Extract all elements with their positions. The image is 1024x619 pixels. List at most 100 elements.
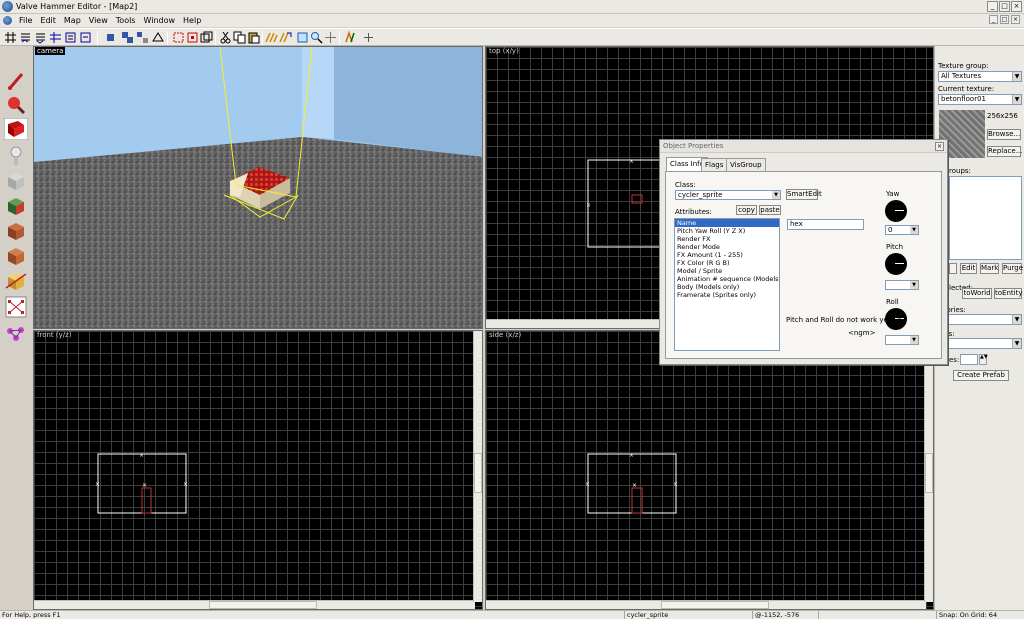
dialog-title[interactable]: Object Properties [660,140,947,153]
visgroup-purge-button[interactable]: Purge [1002,263,1023,274]
chevron-down-icon[interactable]: ▼ [910,281,918,289]
doc-minimize-icon[interactable]: _ [989,15,998,24]
texture-lock-icon[interactable] [265,31,278,44]
to-entity-button[interactable]: toEntity [994,288,1022,299]
camera-viewport[interactable]: camera [33,46,483,329]
menu-help[interactable]: Help [179,16,205,25]
load-window-state-icon[interactable] [64,31,77,44]
front-viewport[interactable]: front (y/z) × × × × [33,330,483,610]
create-prefab-button[interactable]: Create Prefab [953,370,1009,381]
menu-file[interactable]: File [15,16,36,25]
menu-window[interactable]: Window [139,16,179,25]
select-brushes-icon[interactable] [200,31,213,44]
paste-icon[interactable] [247,31,260,44]
document-icon[interactable] [3,16,12,25]
side-viewport[interactable]: side (x/z) × × × × [485,330,934,610]
chevron-down-icon[interactable]: ▼ [1012,95,1021,104]
side-viewport-objects[interactable]: × × × × [486,331,934,610]
paste-button[interactable]: paste [759,205,781,215]
cut-icon[interactable] [219,31,232,44]
dialog-close-icon[interactable]: × [935,142,944,151]
visgroup-edit-button[interactable]: Edit [960,263,977,274]
attribute-item[interactable]: Render Mode [675,243,779,251]
title-bar[interactable]: Valve Hammer Editor - [Map2] _ □ × [0,0,1024,14]
pitch-select[interactable]: ▼ [885,280,919,290]
side-viewport-label[interactable]: side (x/z) [487,331,523,339]
front-viewport-hscroll[interactable] [34,600,475,609]
tab-visgroup[interactable]: VisGroup [726,158,766,171]
chevron-down-icon[interactable]: ▼ [910,336,918,344]
side-vscroll-thumb[interactable] [925,453,933,493]
minimize-icon[interactable]: _ [987,1,998,12]
spin-arrows-icon[interactable]: ▲▼ [979,354,988,365]
visgroups-list[interactable] [949,176,1022,260]
menu-tools[interactable]: Tools [112,16,140,25]
attribute-item[interactable]: Pitch Yaw Roll (Y Z X) [675,227,779,235]
decal-tool-icon[interactable] [4,245,28,267]
selection-tool-icon[interactable] [4,70,28,92]
prefab-object-select[interactable]: ▼ [942,338,1022,349]
grid-toggle-icon[interactable] [4,31,17,44]
front-vscroll-thumb[interactable] [474,453,482,493]
hide-selected-icon[interactable] [151,31,164,44]
browse-button[interactable]: Browse... [987,129,1021,140]
doc-close-icon[interactable]: × [1011,15,1020,24]
grid-3d-icon[interactable] [49,31,62,44]
current-texture-select[interactable]: betonfloor01 ▼ [938,94,1022,105]
maximize-icon[interactable]: □ [999,1,1010,12]
menu-map[interactable]: Map [60,16,85,25]
front-hscroll-thumb[interactable] [209,601,317,609]
to-world-button[interactable]: toWorld [962,288,992,299]
top-viewport-label[interactable]: top (x/y) [487,47,521,55]
visgroup-filter-button[interactable] [949,263,957,274]
entity-tool-icon[interactable] [4,145,28,167]
decal-icon[interactable] [296,31,309,44]
smartedit-button[interactable]: SmartEdit [786,189,822,200]
attributes-list[interactable]: Name Pitch Yaw Roll (Y Z X) Render FX Re… [674,218,780,351]
copy-icon[interactable] [233,31,246,44]
yaw-dial[interactable] [885,200,907,222]
hammer-app-icon[interactable] [2,1,13,12]
group-icon[interactable] [121,31,134,44]
attribute-item[interactable]: Framerate (Sprites only) [675,291,779,299]
magnify-icon[interactable] [310,31,323,44]
attribute-item[interactable]: Animation # sequence (Models only) [675,275,779,283]
camera-tool-icon[interactable] [4,118,28,140]
menu-view[interactable]: View [85,16,112,25]
attribute-item[interactable]: Model / Sprite [675,267,779,275]
side-viewport-vscroll[interactable] [924,331,933,602]
attribute-item[interactable]: Render FX [675,235,779,243]
camera-3d-scene[interactable] [34,47,483,329]
class-select[interactable]: cycler_sprite ▼ [675,190,781,200]
run-map-icon[interactable] [343,31,356,44]
side-hscroll-thumb[interactable] [661,601,769,609]
chevron-down-icon[interactable]: ▼ [1012,72,1021,81]
select-all-icon[interactable] [172,31,185,44]
chevron-down-icon[interactable]: ▼ [910,226,918,234]
clipping-tool-icon[interactable] [4,270,28,292]
texture-application-tool-icon[interactable] [4,195,28,217]
select-entities-icon[interactable] [186,31,199,44]
save-window-state-icon[interactable] [79,31,92,44]
ungroup-icon[interactable] [136,31,149,44]
side-viewport-hscroll[interactable] [486,600,926,609]
replace-button[interactable]: Replace... [987,146,1022,157]
attribute-value-input[interactable]: hex [787,219,864,230]
prefab-category-select[interactable]: ▼ [942,314,1022,325]
chevron-down-icon[interactable]: ▼ [1012,315,1021,324]
faces-spin-input[interactable] [960,354,978,365]
apply-current-texture-tool-icon[interactable] [4,220,28,242]
chevron-down-icon[interactable]: ▼ [1012,339,1021,348]
attribute-item[interactable]: Name [675,219,779,227]
texture-group-select[interactable]: All Textures ▼ [938,71,1022,82]
yaw-select[interactable]: 0 ▼ [885,225,919,235]
roll-select[interactable]: ▼ [885,335,919,345]
smaller-grid-icon[interactable] [19,31,32,44]
front-viewport-objects[interactable]: × × × × [34,331,483,610]
object-properties-dialog[interactable]: Object Properties × Class Info Flags Vis… [659,139,948,365]
tab-flags[interactable]: Flags [701,158,728,171]
doc-restore-icon[interactable]: □ [1000,15,1009,24]
pitch-dial[interactable] [885,253,907,275]
block-tool-icon[interactable] [4,170,28,192]
vertex-manipulation-tool-icon[interactable] [4,296,28,318]
